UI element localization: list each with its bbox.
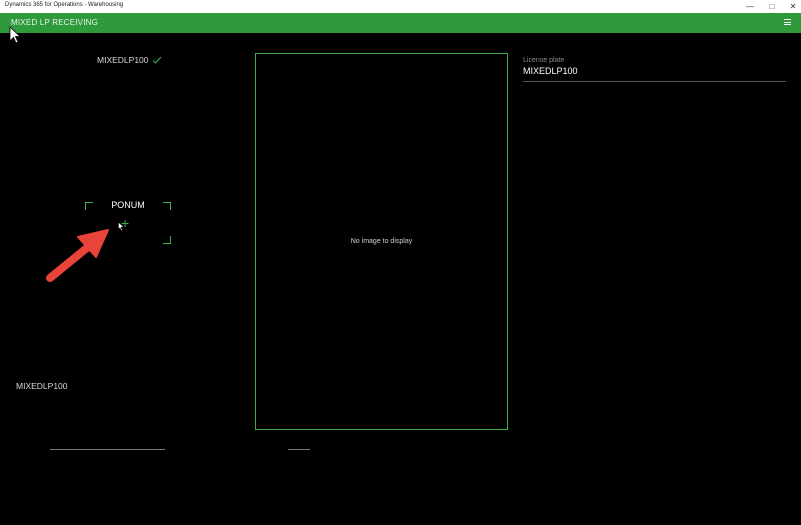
checkmark-icon <box>152 56 161 64</box>
page-title: MIXED LP RECEIVING <box>11 18 99 27</box>
scan-field-label: PONUM <box>111 200 145 210</box>
mouse-pointer-icon <box>9 26 21 44</box>
no-image-message: No image to display <box>350 238 413 245</box>
license-plate-confirmed: MIXEDLP100 <box>97 55 162 65</box>
close-button[interactable]: ✕ <box>782 0 801 13</box>
divider <box>50 449 165 450</box>
annotation-arrow-icon <box>46 229 109 282</box>
window-title-bar: Dynamics 365 for Operations - Warehousin… <box>0 0 801 13</box>
window-title: Dynamics 365 for Operations - Warehousin… <box>5 2 124 8</box>
license-plate-text: MIXEDLP100 <box>97 55 149 65</box>
divider <box>523 81 786 82</box>
minimize-button[interactable]: — <box>739 0 761 13</box>
license-plate-label: License plate <box>523 57 565 64</box>
license-plate-field-value: MIXEDLP100 <box>523 66 578 76</box>
divider <box>288 449 310 450</box>
license-plate-value: MIXEDLP100 <box>16 381 68 391</box>
hamburger-icon[interactable] <box>784 19 791 25</box>
app-header: MIXED LP RECEIVING <box>0 13 801 33</box>
maximize-button[interactable]: □ <box>761 0 783 13</box>
scan-corner-bottom-right <box>163 236 171 244</box>
image-panel: No image to display <box>255 53 508 430</box>
license-plate-info: License plate MIXEDLP100 <box>523 57 786 82</box>
